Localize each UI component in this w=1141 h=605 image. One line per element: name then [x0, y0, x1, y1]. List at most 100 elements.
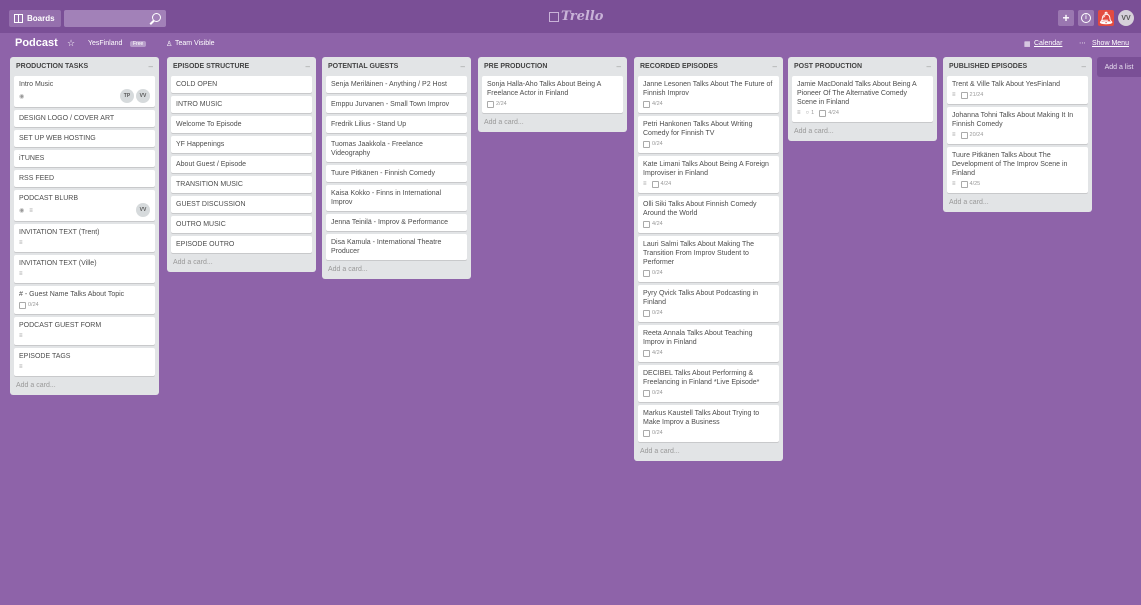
list-menu-icon[interactable]: – [306, 62, 310, 71]
board-header: Podcast ☆ YesFinland Free ♙ Team Visible… [0, 37, 1141, 53]
list-title[interactable]: PRE PRODUCTION [484, 63, 547, 70]
org-link[interactable]: YesFinland [88, 40, 122, 47]
card-title: Trent & Ville Talk About YesFinland [952, 81, 1061, 88]
list-title[interactable]: PRODUCTION TASKS [16, 63, 88, 70]
list-menu-icon[interactable]: – [617, 62, 621, 71]
card[interactable]: Welcome To Episode [171, 116, 312, 133]
card[interactable]: Trent & Ville Talk About YesFinland ≡ 21/2… [947, 76, 1088, 104]
add-card-link[interactable]: Add a card... [482, 113, 623, 128]
card[interactable]: TRANSITION MUSIC [171, 176, 312, 193]
info-button[interactable]: i [1078, 10, 1094, 26]
card-title: Tuomas Jaakkola - Freelance Videography [331, 141, 423, 157]
notifications-button[interactable]: 🔔︎ [1098, 10, 1114, 26]
trello-logo[interactable]: Trello [549, 9, 603, 24]
card[interactable]: # - Guest Name Talks About Topic 0/24 [14, 286, 155, 314]
card[interactable]: DECIBEL Talks About Performing & Freelan… [638, 365, 779, 402]
card[interactable]: INVITATION TEXT (Ville) ≡ [14, 255, 155, 283]
card[interactable]: Johanna Tohni Talks About Making It In F… [947, 107, 1088, 144]
checklist-count: 0/24 [652, 270, 663, 276]
list-menu-icon[interactable]: – [927, 62, 931, 71]
card[interactable]: PODCAST BLURB ◉ ≡ VV [14, 190, 155, 221]
card[interactable]: OUTRO MUSIC [171, 216, 312, 233]
checklist-badge: 4/25 [960, 180, 980, 189]
member-avatar[interactable]: VV [136, 203, 150, 217]
card[interactable]: Fredrik Lilius - Stand Up [326, 116, 467, 133]
calendar-link[interactable]: Calendar [1034, 40, 1062, 47]
boards-label: Boards [27, 14, 55, 23]
search-box[interactable] [64, 10, 166, 28]
card[interactable]: About Guest / Episode [171, 156, 312, 173]
card-title: YF Happenings [176, 141, 225, 148]
member-avatar[interactable]: VV [136, 89, 150, 103]
card[interactable]: iTUNES [14, 150, 155, 167]
show-menu-link[interactable]: Show Menu [1092, 40, 1129, 47]
board-title[interactable]: Podcast [15, 37, 58, 49]
card-title: Lauri Salmi Talks About Making The Trans… [643, 241, 755, 266]
user-avatar[interactable]: VV [1118, 10, 1134, 26]
card[interactable]: Tuure Pitkänen Talks About The Developme… [947, 147, 1088, 193]
card[interactable]: Lauri Salmi Talks About Making The Trans… [638, 236, 779, 282]
checklist-icon [643, 430, 650, 437]
list-title[interactable]: EPISODE STRUCTURE [173, 63, 249, 70]
list-menu-icon[interactable]: – [1082, 62, 1086, 71]
card[interactable]: DESIGN LOGO / COVER ART [14, 110, 155, 127]
card[interactable]: Petri Hankonen Talks About Writing Comed… [638, 116, 779, 153]
add-list-button[interactable]: Add a list [1097, 57, 1141, 77]
card-title: Sonja Halla-Aho Talks About Being A Free… [487, 81, 601, 97]
card-title: INVITATION TEXT (Ville) [19, 260, 97, 267]
card[interactable]: Pyry Qvick Talks About Podcasting in Fin… [638, 285, 779, 322]
card[interactable]: Jamie MacDonald Talks About Being A Pion… [792, 76, 933, 122]
search-icon[interactable] [152, 13, 161, 22]
card[interactable]: Disa Kamula - International Theatre Prod… [326, 234, 467, 260]
card[interactable]: Olli Siki Talks About Finnish Comedy Aro… [638, 196, 779, 233]
list-title[interactable]: RECORDED EPISODES [640, 63, 718, 70]
add-card-link[interactable]: Add a card... [171, 253, 312, 268]
list-menu-icon[interactable]: – [461, 62, 465, 71]
card[interactable]: Tuomas Jaakkola - Freelance Videography [326, 136, 467, 162]
card[interactable]: Sonja Halla-Aho Talks About Being A Free… [482, 76, 623, 113]
card[interactable]: Markus Kaustell Talks About Trying to Ma… [638, 405, 779, 442]
checklist-icon [643, 310, 650, 317]
add-icon[interactable]: + [1058, 10, 1074, 26]
card[interactable]: PODCAST GUEST FORM ≡ [14, 317, 155, 345]
member-avatar[interactable]: TP [120, 89, 134, 103]
card[interactable]: SET UP WEB HOSTING [14, 130, 155, 147]
card[interactable]: COLD OPEN [171, 76, 312, 93]
add-card-link[interactable]: Add a card... [14, 376, 155, 391]
card[interactable]: Reeta Annala Talks About Teaching Improv… [638, 325, 779, 362]
card[interactable]: Senja Meriläinen - Anything / P2 Host [326, 76, 467, 93]
card[interactable]: YF Happenings [171, 136, 312, 153]
card[interactable]: EPISODE TAGS ≡ [14, 348, 155, 376]
visibility-label[interactable]: Team Visible [175, 40, 215, 47]
list-title[interactable]: POST PRODUCTION [794, 63, 862, 70]
add-card-link[interactable]: Add a card... [792, 122, 933, 137]
card[interactable]: INTRO MUSIC [171, 96, 312, 113]
star-icon[interactable]: ☆ [67, 38, 75, 49]
card[interactable]: Jenna Teinilä - Improv & Performance [326, 214, 467, 231]
card-title: COLD OPEN [176, 81, 218, 88]
card[interactable]: Janne Lesonen Talks About The Future of … [638, 76, 779, 113]
card[interactable]: Kate Limani Talks About Being A Foreign … [638, 156, 779, 193]
card[interactable]: Kaisa Kokko - Finns in International Imp… [326, 185, 467, 211]
boards-button[interactable]: Boards [9, 10, 61, 27]
card[interactable]: Emppu Jurvanen - Small Town Improv [326, 96, 467, 113]
card[interactable]: Tuure Pitkänen - Finnish Comedy [326, 165, 467, 182]
search-input[interactable] [68, 11, 152, 28]
add-card-link[interactable]: Add a card... [947, 193, 1088, 208]
card[interactable]: RSS FEED [14, 170, 155, 187]
checklist-count: 0/24 [652, 310, 663, 316]
card-title: iTUNES [19, 155, 45, 162]
list-header: RECORDED EPISODES – [638, 59, 779, 73]
checklist-badge: 4/24 [643, 349, 663, 358]
card[interactable]: INVITATION TEXT (Trent) ≡ [14, 224, 155, 252]
list-title[interactable]: PUBLISHED EPISODES [949, 63, 1027, 70]
add-card-link[interactable]: Add a card... [326, 260, 467, 275]
card[interactable]: EPISODE OUTRO [171, 236, 312, 253]
add-card-link[interactable]: Add a card... [638, 442, 779, 457]
list-menu-icon[interactable]: – [149, 62, 153, 71]
card[interactable]: GUEST DISCUSSION [171, 196, 312, 213]
list-menu-icon[interactable]: – [773, 62, 777, 71]
card[interactable]: Intro Music ◉ TP VV [14, 76, 155, 107]
card-title: SET UP WEB HOSTING [19, 135, 96, 142]
list-title[interactable]: POTENTIAL GUESTS [328, 63, 398, 70]
